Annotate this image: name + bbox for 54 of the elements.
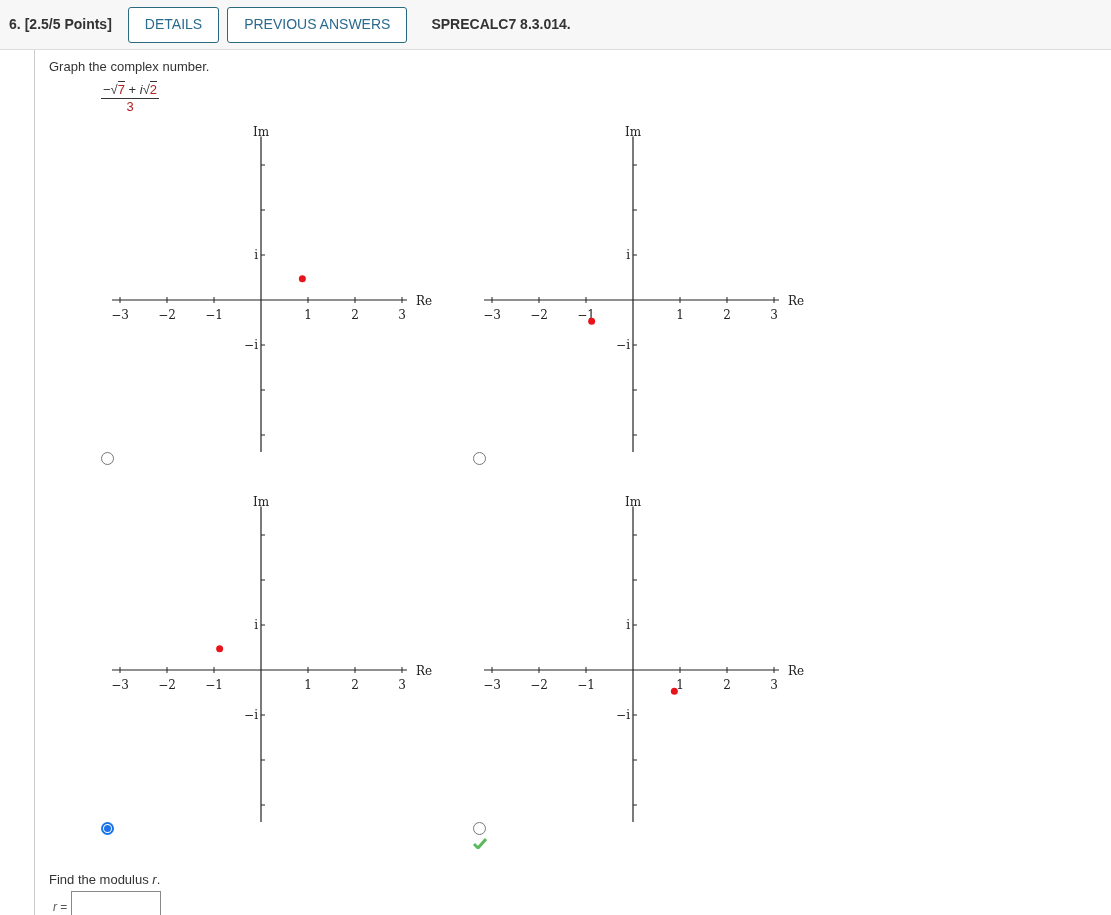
tick-label: −3 [483, 307, 501, 322]
tick-label: i [254, 247, 258, 262]
axis-label: Re [788, 293, 805, 308]
tick-label: −2 [158, 307, 176, 322]
tick-label: 3 [770, 677, 778, 692]
tick-label: 3 [398, 677, 406, 692]
tick-label: 3 [398, 307, 406, 322]
fraction-denominator: 3 [126, 98, 134, 114]
axis-label: Im [252, 124, 270, 139]
tick-label: −1 [205, 307, 223, 322]
axis-label: Re [416, 663, 433, 678]
tick-label: −1 [205, 677, 223, 692]
axis-label: Re [416, 293, 433, 308]
question-prompt: Graph the complex number. [49, 58, 211, 76]
question-number: 6. [9, 15, 21, 34]
tick-label: −i [616, 707, 630, 722]
tick-label: −2 [530, 677, 548, 692]
tick-label: i [626, 617, 630, 632]
tick-label: −i [616, 337, 630, 352]
tick-label: 1 [676, 307, 684, 322]
answer-label: r = [53, 899, 68, 915]
answer-field[interactable] [71, 891, 162, 915]
tick-label: 1 [304, 677, 312, 692]
tick-label: 2 [351, 677, 359, 692]
radio-button[interactable] [101, 451, 114, 465]
tick-label: −3 [111, 307, 129, 322]
tick-label: −1 [577, 677, 595, 692]
problem-code: SPRECALC7 8.3.014. [431, 15, 571, 34]
axis-label: Re [788, 663, 805, 678]
radio-button[interactable] [101, 821, 114, 835]
points-label: [2.5/5 Points] [24, 15, 112, 34]
tick-label: −i [244, 337, 258, 352]
radio-button[interactable] [473, 821, 486, 835]
tick-label: i [254, 617, 258, 632]
tick-label: 1 [304, 307, 312, 322]
tick-label: 2 [351, 307, 359, 322]
tick-label: −3 [483, 677, 501, 692]
axis-label: Im [624, 124, 642, 139]
axis-label: Im [624, 494, 642, 509]
tick-label: i [626, 247, 630, 262]
tick-label: 1 [676, 677, 684, 692]
modulus-prompt: Find the modulus r. [49, 870, 162, 889]
header-button[interactable]: PREVIOUS ANSWERS [227, 6, 408, 43]
tick-label: −3 [111, 677, 129, 692]
radio-button[interactable] [473, 451, 486, 465]
header-button[interactable]: DETAILS [127, 6, 220, 43]
fraction-numerator: −√7 + i√2 [101, 81, 160, 99]
tick-label: −2 [158, 677, 176, 692]
tick-label: 3 [770, 307, 778, 322]
tick-label: 2 [723, 677, 731, 692]
axis-label: Im [252, 494, 270, 509]
tick-label: 2 [723, 307, 731, 322]
tick-label: −2 [530, 307, 548, 322]
tick-label: −i [244, 707, 258, 722]
